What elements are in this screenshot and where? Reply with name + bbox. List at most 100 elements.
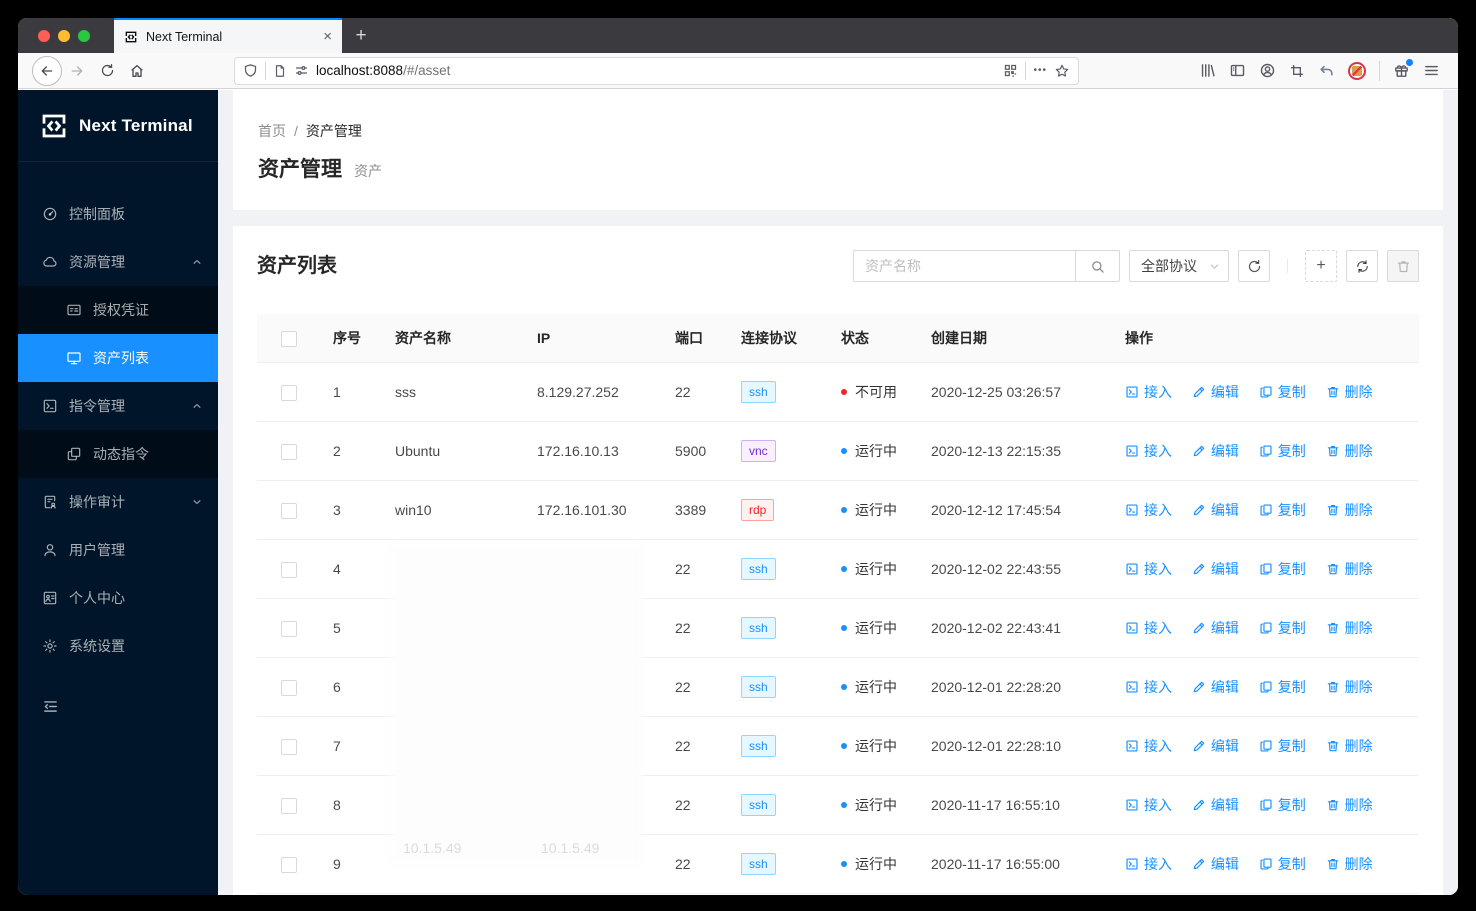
- sidebar-item-profile[interactable]: 个人中心: [18, 574, 218, 622]
- row-checkbox[interactable]: [281, 679, 297, 696]
- copy-link[interactable]: 复制: [1259, 618, 1306, 638]
- edit-link[interactable]: 编辑: [1192, 854, 1239, 874]
- page-actions-icon[interactable]: •••: [1033, 65, 1047, 76]
- table-row: 1 sss 8.129.27.252 22 ssh 不可用 2020-12-25…: [257, 362, 1419, 422]
- reload-button[interactable]: [92, 56, 122, 86]
- copy-link[interactable]: 复制: [1259, 736, 1306, 756]
- edit-link[interactable]: 编辑: [1192, 441, 1239, 461]
- connect-link[interactable]: 接入: [1125, 795, 1172, 815]
- edit-icon: [1193, 504, 1205, 516]
- delete-link[interactable]: 删除: [1326, 618, 1373, 638]
- select-all-checkbox[interactable]: [281, 330, 297, 347]
- undo-extension-icon[interactable]: [1318, 62, 1335, 79]
- menu-hamburger-icon[interactable]: [1423, 62, 1440, 79]
- row-checkbox[interactable]: [281, 502, 297, 519]
- sidebar-item-users[interactable]: 用户管理: [18, 526, 218, 574]
- row-checkbox[interactable]: [281, 738, 297, 755]
- sidebar-item-dashboard[interactable]: 控制面板: [18, 190, 218, 238]
- edit-link[interactable]: 编辑: [1192, 736, 1239, 756]
- delete-link[interactable]: 删除: [1326, 559, 1373, 579]
- back-button[interactable]: [32, 55, 62, 86]
- edit-icon: [1193, 858, 1205, 870]
- asset-name: sss: [395, 362, 537, 422]
- copy-link[interactable]: 复制: [1259, 559, 1306, 579]
- shield-icon[interactable]: [243, 63, 258, 78]
- edit-link[interactable]: 编辑: [1192, 795, 1239, 815]
- url-text[interactable]: localhost:8088/#/asset: [316, 63, 996, 78]
- connect-link[interactable]: 接入: [1125, 677, 1172, 697]
- edit-link[interactable]: 编辑: [1192, 382, 1239, 402]
- copy-link[interactable]: 复制: [1259, 500, 1306, 520]
- row-checkbox[interactable]: [281, 561, 297, 578]
- connect-link[interactable]: 接入: [1125, 736, 1172, 756]
- trash-icon: [1327, 741, 1338, 752]
- row-checkbox[interactable]: [281, 620, 297, 637]
- menu-fold-button[interactable]: [18, 698, 218, 716]
- breadcrumb-home[interactable]: 首页: [258, 123, 286, 139]
- add-asset-button[interactable]: +: [1305, 250, 1337, 282]
- screenshot-crop-icon[interactable]: [1289, 63, 1305, 79]
- connect-link[interactable]: 接入: [1125, 441, 1172, 461]
- copy-link[interactable]: 复制: [1259, 382, 1306, 402]
- edit-link[interactable]: 编辑: [1192, 559, 1239, 579]
- connect-link[interactable]: 接入: [1125, 559, 1172, 579]
- search-button[interactable]: [1075, 250, 1120, 282]
- page-info-icon[interactable]: [273, 64, 287, 78]
- delete-link[interactable]: 删除: [1326, 441, 1373, 461]
- minimize-window-button[interactable]: [58, 29, 70, 42]
- batch-delete-button[interactable]: [1387, 250, 1419, 282]
- edit-icon: [1193, 740, 1205, 752]
- sidebar-item-settings[interactable]: 系统设置: [18, 622, 218, 670]
- trash-icon: [1327, 387, 1338, 398]
- whatsnew-gift-icon[interactable]: [1393, 59, 1413, 79]
- sidebar-item-dynamic-commands[interactable]: 动态指令: [18, 430, 218, 478]
- delete-link[interactable]: 删除: [1326, 382, 1373, 402]
- edit-link[interactable]: 编辑: [1192, 618, 1239, 638]
- copy-link[interactable]: 复制: [1259, 854, 1306, 874]
- bookmark-star-icon[interactable]: [1054, 63, 1070, 79]
- connect-link[interactable]: 接入: [1125, 500, 1172, 520]
- library-icon[interactable]: [1199, 62, 1216, 79]
- delete-link[interactable]: 删除: [1326, 795, 1373, 815]
- row-checkbox[interactable]: [281, 797, 297, 814]
- delete-link[interactable]: 删除: [1326, 500, 1373, 520]
- connect-link[interactable]: 接入: [1125, 854, 1172, 874]
- asset-ip: 172.16.10.13: [537, 421, 675, 481]
- delete-link[interactable]: 删除: [1326, 677, 1373, 697]
- protocol-select[interactable]: 全部协议: [1129, 250, 1229, 282]
- sidebar-toggle-icon[interactable]: [1229, 62, 1246, 79]
- sidebar-item-commands[interactable]: 指令管理: [18, 382, 218, 430]
- row-checkbox[interactable]: [281, 856, 297, 873]
- search-input[interactable]: [853, 250, 1075, 282]
- row-checkbox[interactable]: [281, 443, 297, 460]
- home-button[interactable]: [122, 56, 152, 86]
- permissions-icon[interactable]: [294, 63, 309, 78]
- connect-link[interactable]: 接入: [1125, 618, 1172, 638]
- sidebar-item-credentials[interactable]: 授权凭证: [18, 286, 218, 334]
- edit-link[interactable]: 编辑: [1192, 500, 1239, 520]
- edit-link[interactable]: 编辑: [1192, 677, 1239, 697]
- browser-tab[interactable]: Next Terminal ×: [114, 18, 342, 53]
- delete-link[interactable]: 删除: [1326, 854, 1373, 874]
- blocker-extension-icon[interactable]: [1348, 61, 1366, 80]
- sidebar-item-asset-list[interactable]: 资产列表: [18, 334, 218, 382]
- url-bar[interactable]: localhost:8088/#/asset •••: [234, 56, 1079, 85]
- sidebar-item-resources[interactable]: 资源管理: [18, 238, 218, 286]
- delete-link[interactable]: 删除: [1326, 736, 1373, 756]
- copy-link[interactable]: 复制: [1259, 441, 1306, 461]
- account-icon[interactable]: [1259, 62, 1276, 79]
- page-subtitle: 资产: [354, 163, 382, 179]
- reset-button[interactable]: [1238, 250, 1270, 282]
- close-window-button[interactable]: [38, 29, 50, 42]
- copy-link[interactable]: 复制: [1259, 795, 1306, 815]
- sidebar-item-audit[interactable]: 操作审计: [18, 478, 218, 526]
- close-tab-icon[interactable]: ×: [323, 29, 332, 44]
- row-checkbox[interactable]: [281, 384, 297, 401]
- forward-button[interactable]: [62, 56, 92, 86]
- copy-link[interactable]: 复制: [1259, 677, 1306, 697]
- new-tab-button[interactable]: +: [342, 18, 380, 53]
- zoom-window-button[interactable]: [78, 29, 90, 42]
- refresh-button[interactable]: [1346, 250, 1378, 282]
- highlights-qr-icon[interactable]: [1003, 63, 1018, 78]
- connect-link[interactable]: 接入: [1125, 382, 1172, 402]
